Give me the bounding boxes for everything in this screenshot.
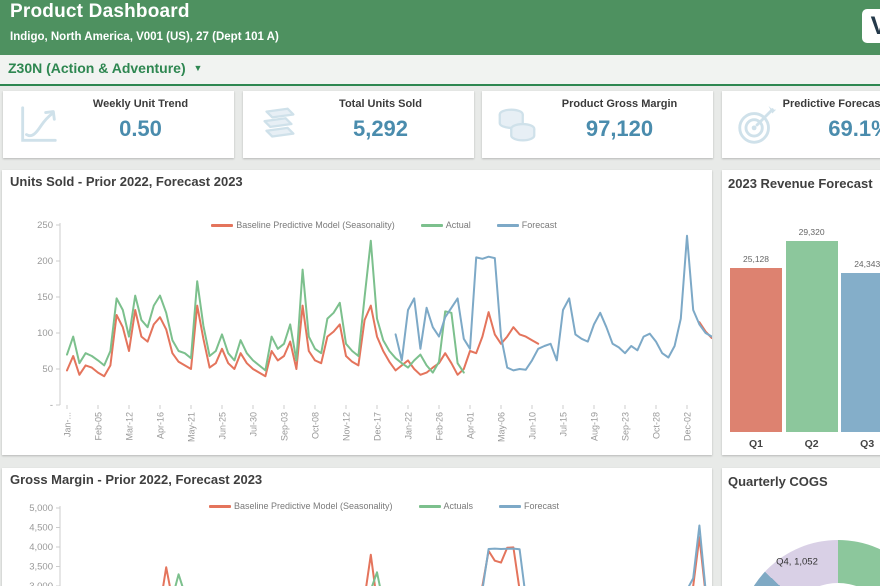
filter-bar: Z30N (Action & Adventure) ▼ — [0, 55, 880, 86]
x-tick-label: Jul-15 — [559, 412, 569, 437]
logo-letter: V — [871, 12, 880, 41]
kpi-card-total-units-sold: Total Units Sold 5,292 — [243, 91, 474, 158]
chart-card-revenue-forecast: 2023 Revenue Forecast 25,128Q129,320Q224… — [722, 170, 880, 455]
x-tick-label: Sep-23 — [621, 412, 631, 441]
series-line — [67, 306, 712, 377]
x-tick-label: Mar-12 — [125, 412, 135, 441]
kpi-label: Total Units Sold — [291, 98, 470, 110]
y-axis-label: 3,000 — [29, 581, 53, 586]
app-header: Product Dashboard Indigo, North America,… — [0, 0, 880, 55]
bar-q2 — [786, 241, 838, 432]
bar-chart-revenue-forecast: 25,128 Q1 29,320 Q2 24,343 Q3 — [722, 170, 880, 455]
line-chart-gross-margin: 5,000 4,500 4,000 3,500 3,000 — [2, 468, 712, 586]
line-chart-units-sold: 250 200 150 100 50 -Jan-... Feb-05 Mar-12 Apr-16… — [2, 170, 712, 455]
kpi-label: Product Gross Margin — [530, 98, 709, 110]
chart-title: Quarterly COGS — [728, 474, 828, 489]
kpi-value: 69.1% — [770, 116, 880, 142]
y-axis-label: 100 — [37, 328, 53, 339]
kpi-label: Weekly Unit Trend — [51, 98, 230, 110]
y-axis-label: 5,000 — [29, 503, 53, 514]
x-tick-label: Jan-22 — [404, 412, 414, 440]
kpi-label: Predictive Forecast Accuracy — [770, 98, 880, 110]
x-tick-label: Dec-17 — [373, 412, 383, 441]
y-axis-label: 250 — [37, 220, 53, 231]
chart-card-gross-margin: Gross Margin - Prior 2022, Forecast 2023… — [2, 468, 712, 586]
bar-value-label: 25,128 — [726, 254, 786, 264]
y-axis-label: 3,500 — [29, 562, 53, 573]
kpi-card-forecast-accuracy: Predictive Forecast Accuracy 69.1% — [722, 91, 880, 158]
kpi-card-product-gross-margin: Product Gross Margin 97,120 — [482, 91, 713, 158]
bar-category-label: Q1 — [726, 438, 786, 450]
bar-q3 — [841, 273, 880, 432]
series-line — [67, 537, 706, 586]
series-line — [396, 236, 712, 371]
x-tick-label: Nov-12 — [342, 412, 352, 441]
x-tick-label: Oct-28 — [652, 412, 662, 439]
bar-category-label: Q2 — [782, 438, 842, 450]
x-tick-label: May-21 — [187, 412, 197, 442]
y-axis-label: 150 — [37, 292, 53, 303]
x-tick-label: Apr-01 — [466, 412, 476, 439]
bar-q1 — [730, 268, 782, 432]
series-line — [67, 572, 464, 586]
y-axis-label: - — [50, 400, 53, 411]
x-tick-label: Oct-08 — [311, 412, 321, 439]
x-tick-label: Aug-19 — [590, 412, 600, 441]
bar-category-label: Q3 — [837, 438, 880, 450]
series-line — [67, 241, 464, 373]
y-axis-label: 4,000 — [29, 542, 53, 553]
y-axis-label: 50 — [42, 364, 53, 375]
x-tick-label: Feb-05 — [94, 412, 104, 441]
kpi-value: 0.50 — [51, 116, 230, 142]
dashboard-root: Product Dashboard Indigo, North America,… — [0, 0, 880, 586]
page-title: Product Dashboard — [10, 1, 190, 23]
donut-slice-label: Q4, 1,052 — [776, 557, 818, 568]
bar-value-label: 24,343 — [837, 259, 880, 269]
x-tick-label: Dec-02 — [683, 412, 693, 441]
kpi-value: 5,292 — [291, 116, 470, 142]
x-tick-label: May-06 — [497, 412, 507, 442]
chart-card-units-sold: Units Sold - Prior 2022, Forecast 2023 B… — [2, 170, 712, 455]
kpi-value: 97,120 — [530, 116, 709, 142]
x-tick-label: Sep-03 — [280, 412, 290, 441]
series-line — [396, 526, 712, 586]
app-logo: V — [862, 9, 880, 43]
page-subtitle: Indigo, North America, V001 (US), 27 (De… — [10, 31, 279, 43]
caret-down-icon: ▼ — [194, 63, 203, 73]
bar-value-label: 29,320 — [782, 227, 842, 237]
y-axis-label: 4,500 — [29, 523, 53, 534]
chart-card-quarterly-cogs: Quarterly COGS Q4, 1,052 — [722, 468, 880, 586]
x-tick-label: Jun-10 — [528, 412, 538, 440]
x-tick-label: Feb-26 — [435, 412, 445, 441]
product-filter-label: Z30N (Action & Adventure) — [8, 60, 186, 76]
y-axis-label: 200 — [37, 256, 53, 267]
kpi-card-weekly-unit-trend: Weekly Unit Trend 0.50 — [3, 91, 234, 158]
product-filter-dropdown[interactable]: Z30N (Action & Adventure) ▼ — [8, 60, 202, 76]
x-tick-label: Jun-25 — [218, 412, 228, 440]
x-tick-label: Jan-... — [63, 412, 73, 437]
x-tick-label: Jul-30 — [249, 412, 259, 437]
x-tick-label: Apr-16 — [156, 412, 166, 439]
